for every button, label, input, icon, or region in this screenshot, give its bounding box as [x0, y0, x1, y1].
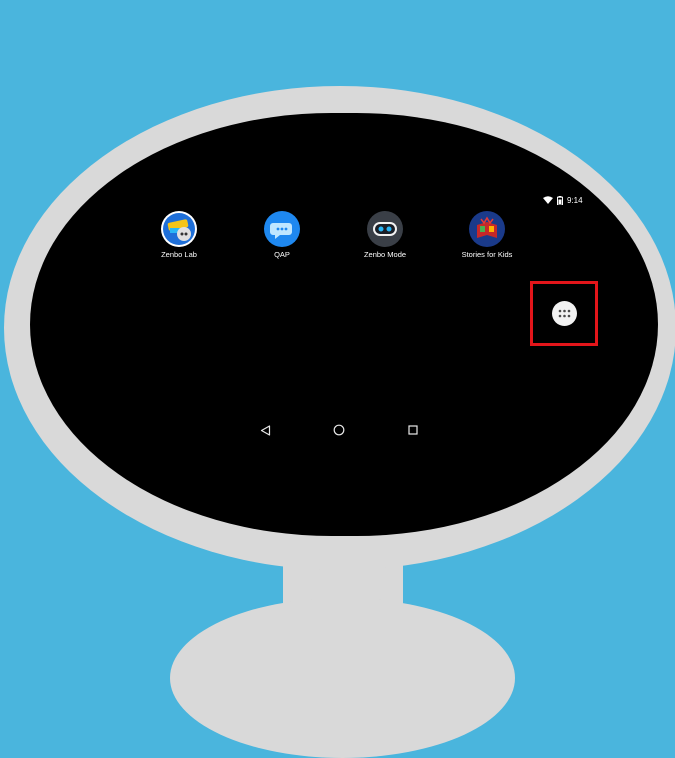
- app-label: Zenbo Lab: [161, 250, 197, 259]
- app-drawer-icon: [551, 301, 577, 326]
- qap-chat-icon: [264, 211, 300, 247]
- clock: 9:14: [567, 195, 583, 205]
- back-button[interactable]: [257, 422, 273, 438]
- status-bar: 9:14: [543, 195, 583, 205]
- app-stories-for-kids[interactable]: Stories for Kids: [442, 211, 532, 259]
- app-zenbo-lab[interactable]: Zenbo Lab: [134, 211, 224, 259]
- back-icon: [260, 424, 270, 436]
- app-label: Stories for Kids: [461, 250, 513, 259]
- home-button[interactable]: [331, 422, 347, 438]
- app-label: Zenbo Mode: [363, 250, 407, 259]
- wifi-icon: [543, 196, 553, 204]
- app-drawer-button[interactable]: [530, 281, 598, 346]
- home-icon: [333, 424, 345, 436]
- zenbo-face-icon: [367, 211, 403, 247]
- app-label: QAP: [274, 250, 290, 259]
- zenbo-lab-icon: [161, 211, 197, 247]
- battery-icon: [557, 195, 563, 205]
- storybook-icon: [469, 211, 505, 247]
- app-zenbo-mode[interactable]: Zenbo Mode: [340, 211, 430, 259]
- recents-button[interactable]: [405, 422, 421, 438]
- robot-base: [170, 598, 515, 758]
- recents-icon: [408, 425, 418, 435]
- app-qap[interactable]: QAP: [237, 211, 327, 259]
